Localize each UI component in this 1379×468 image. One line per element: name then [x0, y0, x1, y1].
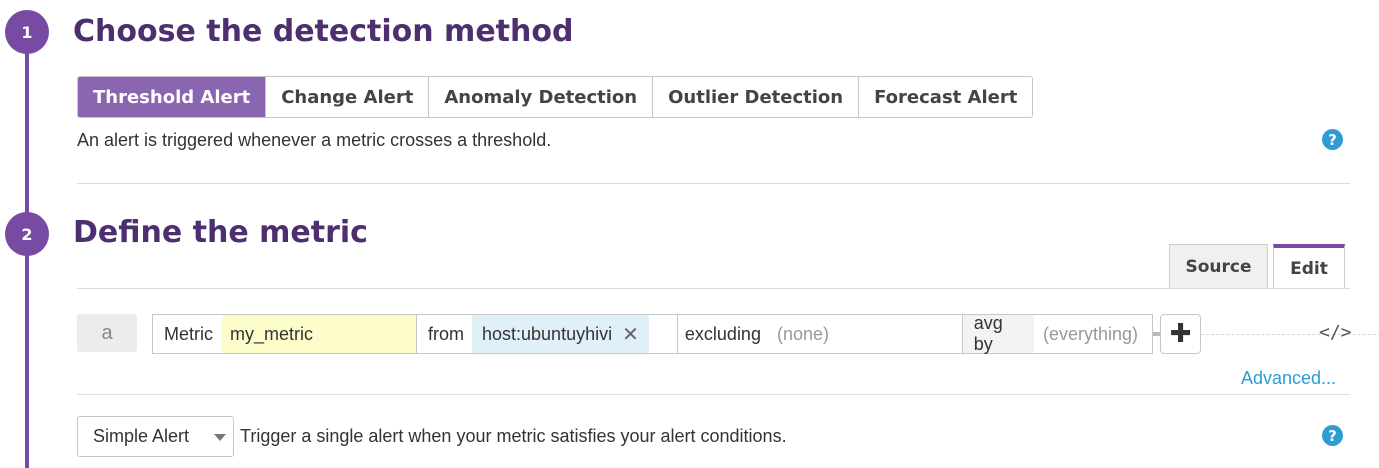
help-icon[interactable]: ?: [1322, 129, 1343, 150]
step-1-number: 1: [21, 22, 33, 42]
dashed-guide: [1201, 334, 1379, 335]
step-2-badge: 2: [5, 212, 49, 256]
step-2-number: 2: [21, 224, 33, 244]
excluding-placeholder: (none): [776, 323, 829, 344]
view-tabs: Source Edit: [1169, 244, 1345, 289]
metric-input[interactable]: my_metric: [221, 315, 417, 353]
from-tag-value: host:ubuntuyhivi: [482, 323, 613, 344]
tab-anomaly-detection[interactable]: Anomaly Detection: [429, 77, 654, 117]
query-label[interactable]: a: [77, 314, 137, 352]
add-query-button[interactable]: ✚: [1160, 314, 1201, 354]
chevron-down-icon: [214, 434, 226, 441]
avgby-label: avg by: [973, 313, 1003, 354]
alert-type-select[interactable]: Simple Alert: [77, 416, 234, 457]
advanced-link[interactable]: Advanced...: [1241, 368, 1336, 389]
step-1-title: Choose the detection method: [73, 14, 574, 49]
help-icon[interactable]: ?: [1322, 425, 1343, 446]
tab-change-alert[interactable]: Change Alert: [266, 77, 430, 117]
tabs-divider: [77, 288, 1350, 289]
method-description: An alert is triggered whenever a metric …: [77, 130, 552, 150]
avgby-segment[interactable]: avg by (everything): [961, 313, 1152, 354]
step-1-badge: 1: [5, 10, 49, 54]
alert-type-description: Trigger a single alert when your metric …: [240, 426, 787, 446]
tab-source[interactable]: Source: [1169, 244, 1268, 289]
metric-segment: Metric my_metric: [153, 315, 417, 353]
divider-2: [77, 394, 1350, 395]
excluding-label: excluding: [684, 323, 761, 344]
metric-label: Metric: [164, 323, 213, 344]
from-tag[interactable]: host:ubuntuyhivi ✕: [472, 315, 649, 353]
divider: [77, 183, 1350, 184]
alert-type-value: Simple Alert: [93, 426, 190, 446]
tab-edit[interactable]: Edit: [1273, 244, 1345, 289]
from-label: from: [428, 323, 464, 344]
detection-method-tabs: Threshold Alert Change Alert Anomaly Det…: [77, 76, 1034, 118]
tab-threshold-alert[interactable]: Threshold Alert: [78, 77, 267, 117]
tab-forecast-alert[interactable]: Forecast Alert: [859, 77, 1033, 117]
query-editor: Metric my_metric from host:ubuntuyhivi ✕…: [152, 313, 1153, 354]
avgby-placeholder: (everything): [1033, 315, 1152, 353]
tab-outlier-detection[interactable]: Outlier Detection: [653, 77, 860, 117]
plus-icon: ✚: [1169, 319, 1192, 349]
close-icon[interactable]: ✕: [622, 322, 639, 347]
step-2-title: Define the metric: [73, 215, 368, 250]
from-segment: from host:ubuntuyhivi ✕: [417, 315, 677, 353]
code-icon[interactable]: </>: [1319, 322, 1352, 343]
excluding-segment[interactable]: excluding (none): [676, 315, 962, 353]
